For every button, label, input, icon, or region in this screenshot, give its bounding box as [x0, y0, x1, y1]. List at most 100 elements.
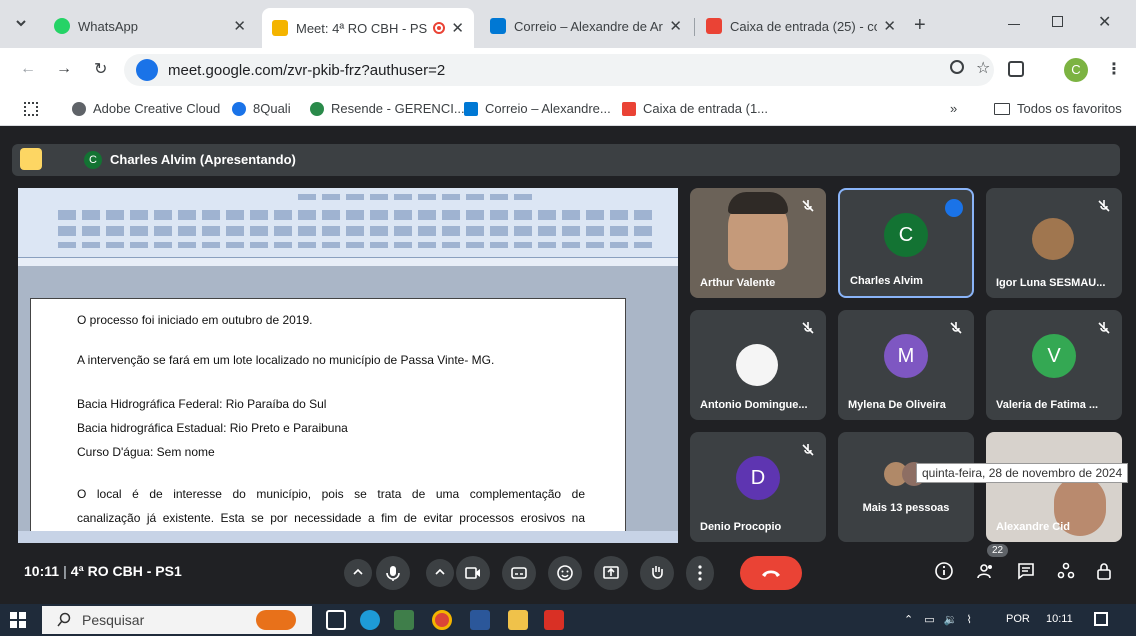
microphone-button[interactable]: [376, 556, 410, 590]
forward-button[interactable]: →: [56, 60, 72, 78]
word-title-bar: [298, 194, 538, 200]
tab-title: Caixa de entrada (25) - co: [730, 18, 878, 34]
close-icon[interactable]: ✕: [451, 19, 464, 37]
bookmark-label: Resende - GERENCI...: [331, 101, 465, 116]
raise-hand-button[interactable]: [640, 556, 674, 590]
doc-line: Bacia Hidrográfica Federal: Rio Paraíba …: [77, 397, 327, 411]
resende-icon: [310, 101, 324, 116]
meeting-name: 4ª RO CBH - PS1: [70, 563, 182, 579]
chat-icon[interactable]: [1016, 561, 1038, 583]
tab-correio[interactable]: Correio – Alexandre de Ar ✕: [480, 8, 692, 44]
participant-tile[interactable]: Arthur Valente: [690, 188, 826, 298]
bookmark-label: Caixa de entrada (1...: [643, 101, 769, 116]
word-statusbar: [18, 531, 678, 543]
back-button[interactable]: ←: [20, 60, 36, 78]
emoji-button[interactable]: [548, 556, 582, 590]
close-icon[interactable]: ✕: [233, 17, 246, 35]
ribbon-tools: [58, 226, 658, 236]
bookmark-resende[interactable]: Resende - GERENCI...: [310, 101, 465, 116]
taskbar-clock[interactable]: 10:11: [1046, 613, 1073, 625]
participant-tile[interactable]: C Charles Alvim: [838, 188, 974, 298]
tab-meet[interactable]: Meet: 4ª RO CBH - PS ✕: [262, 8, 474, 48]
doc-line: O local é de interesse do município, poi…: [77, 487, 585, 501]
outlook-icon: [490, 18, 506, 34]
reload-button[interactable]: ↻: [94, 59, 107, 79]
tab-title: Meet: 4ª RO CBH - PS: [296, 20, 428, 36]
url-text[interactable]: meet.google.com/zvr-pkib-frz?authuser=2: [168, 62, 445, 79]
language-indicator[interactable]: POR: [1006, 613, 1030, 625]
participant-name: Mais 13 pessoas: [862, 502, 950, 514]
ribbon-tools: [58, 242, 658, 248]
extensions-icon[interactable]: [1008, 61, 1024, 77]
calculator-icon[interactable]: [394, 610, 414, 630]
captions-button[interactable]: [502, 556, 536, 590]
taskbar-search[interactable]: Pesquisar: [42, 606, 312, 634]
call-controls: 10:11 | 4ª RO CBH - PS1 22: [0, 544, 1136, 596]
zoom-icon[interactable]: [950, 60, 964, 74]
activities-icon[interactable]: [1056, 561, 1078, 583]
bookmark-adobe[interactable]: Adobe Creative Cloud: [72, 101, 220, 116]
participant-name: Charles Alvim: [850, 275, 923, 287]
new-tab-button[interactable]: +: [914, 14, 926, 37]
volume-icon[interactable]: 🔉: [944, 614, 958, 626]
tab-whatsapp[interactable]: WhatsApp ✕: [44, 8, 256, 44]
mic-off-icon: [802, 444, 814, 456]
participant-name: Denio Procopio: [700, 521, 782, 533]
task-view-icon[interactable]: [326, 610, 346, 630]
leave-call-button[interactable]: [740, 556, 802, 590]
bookmark-label: 8Quali: [253, 101, 291, 116]
profile-avatar[interactable]: C: [1064, 58, 1088, 82]
minimize-button[interactable]: [1008, 24, 1020, 25]
people-icon[interactable]: [976, 561, 998, 583]
stop-presenting-icon[interactable]: [20, 148, 42, 170]
participant-video: [728, 192, 788, 214]
all-favorites[interactable]: Todos os favoritos: [994, 101, 1122, 116]
word-icon[interactable]: [470, 610, 490, 630]
address-bar[interactable]: meet.google.com/zvr-pkib-frz?authuser=2 …: [124, 54, 994, 86]
tray-icons[interactable]: ⌃ ▭ 🔉 ⌇: [904, 613, 972, 626]
battery-icon[interactable]: ▭: [924, 614, 934, 626]
more-participants-tile[interactable]: Mais 13 pessoas: [838, 432, 974, 542]
bookmarks-overflow-button[interactable]: »: [950, 101, 957, 116]
bookmark-gmail[interactable]: Caixa de entrada (1...: [622, 101, 768, 116]
maximize-button[interactable]: [1052, 16, 1063, 27]
present-screen-button[interactable]: [594, 556, 628, 590]
more-options-button[interactable]: [686, 556, 714, 590]
browser-toolbar: ← → ↻ meet.google.com/zvr-pkib-frz?authu…: [0, 48, 1136, 92]
participant-tile[interactable]: Alexandre Cid: [986, 432, 1122, 542]
bookmark-correio[interactable]: Correio – Alexandre...: [464, 101, 611, 116]
tab-gmail[interactable]: Caixa de entrada (25) - co ✕: [696, 8, 906, 44]
outlook-icon: [464, 101, 478, 116]
close-window-button[interactable]: ✕: [1098, 12, 1111, 32]
participant-tile[interactable]: D Denio Procopio: [690, 432, 826, 542]
bookmark-star-icon[interactable]: ☆: [976, 58, 990, 78]
bookmark-label: Correio – Alexandre...: [485, 101, 611, 116]
close-icon[interactable]: ✕: [883, 17, 896, 35]
site-info-icon[interactable]: [136, 59, 158, 81]
audio-options-button[interactable]: [344, 559, 372, 587]
menu-icon[interactable]: ⋮: [1106, 59, 1122, 79]
edge-icon[interactable]: [360, 610, 380, 630]
participant-tile[interactable]: Igor Luna SESMAU...: [986, 188, 1122, 298]
windows-start-icon[interactable]: [10, 612, 26, 628]
participant-tile[interactable]: Antonio Domingue...: [690, 310, 826, 420]
meeting-details-icon[interactable]: [934, 561, 956, 583]
camera-button[interactable]: [456, 556, 490, 590]
bookmark-8quali[interactable]: 8Quali: [232, 101, 291, 116]
pdf-icon[interactable]: [544, 610, 564, 630]
file-explorer-icon[interactable]: [508, 610, 528, 630]
notification-icon[interactable]: [1094, 612, 1108, 626]
avatar: V: [1032, 334, 1076, 379]
host-controls-icon[interactable]: [1094, 561, 1116, 583]
participant-tile[interactable]: V Valeria de Fatima ...: [986, 310, 1122, 420]
wifi-icon[interactable]: ⌇: [967, 614, 972, 626]
tab-search-button[interactable]: [14, 16, 34, 36]
search-highlight-icon: [256, 610, 296, 630]
apps-grid-icon[interactable]: [24, 102, 38, 116]
video-options-button[interactable]: [426, 559, 454, 587]
mic-off-icon: [1098, 322, 1110, 334]
chrome-icon[interactable]: [432, 610, 452, 630]
participant-tile[interactable]: M Mylena De Oliveira: [838, 310, 974, 420]
close-icon[interactable]: ✕: [669, 17, 682, 35]
chevron-up-icon[interactable]: ⌃: [904, 614, 913, 626]
